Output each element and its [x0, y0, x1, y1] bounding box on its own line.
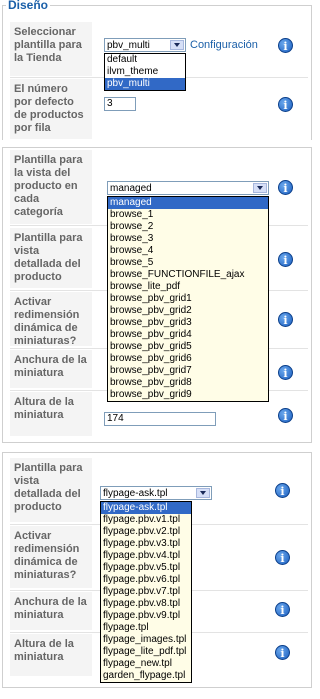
dropdown-option[interactable]: browse_pbv_grid4: [108, 329, 268, 341]
dropdown-option[interactable]: browse_pbv_grid6: [108, 353, 268, 365]
info-icon[interactable]: i: [278, 97, 293, 112]
category-flypage-label: Plantilla para vista detallada del produ…: [10, 228, 92, 288]
browse-template-select[interactable]: managed: [107, 181, 269, 195]
detail-flypage-label: Plantilla para vista detallada del produ…: [10, 458, 92, 522]
dropdown-option[interactable]: flypage.pbv.v7.tpl: [101, 586, 191, 598]
info-icon[interactable]: i: [275, 483, 290, 498]
store-template-dropdown[interactable]: default ilvm_theme pbv_multi: [104, 53, 186, 91]
info-icon[interactable]: i: [275, 602, 290, 617]
category-width-label: Anchura de la miniatura: [10, 350, 92, 388]
dropdown-option[interactable]: browse_1: [108, 209, 268, 221]
info-icon[interactable]: i: [275, 550, 290, 565]
store-template-select[interactable]: pbv_multi: [104, 38, 186, 52]
dropdown-option[interactable]: pbv_multi: [105, 78, 185, 90]
dropdown-option[interactable]: flypage.pbv.v9.tpl: [101, 610, 191, 622]
dropdown-option[interactable]: browse_2: [108, 221, 268, 233]
dropdown-option[interactable]: browse_pbv_grid9: [108, 389, 268, 401]
info-icon[interactable]: i: [278, 38, 293, 53]
dropdown-option[interactable]: flypage.pbv.v1.tpl: [101, 514, 191, 526]
dropdown-option[interactable]: managed: [108, 197, 268, 209]
dropdown-option[interactable]: flypage.pbv.v5.tpl: [101, 562, 191, 574]
browse-template-label: Plantilla para la vista del producto en …: [10, 150, 92, 224]
dropdown-option[interactable]: garden_flypage.tpl: [101, 670, 191, 682]
dropdown-option[interactable]: browse_5: [108, 257, 268, 269]
dropdown-option[interactable]: browse_pbv_grid5: [108, 341, 268, 353]
info-icon[interactable]: i: [278, 312, 293, 327]
dropdown-option[interactable]: browse_pbv_grid1: [108, 293, 268, 305]
info-icon[interactable]: i: [278, 252, 293, 267]
dropdown-option[interactable]: default: [105, 54, 185, 66]
dropdown-option[interactable]: ilvm_theme: [105, 66, 185, 78]
dropdown-option[interactable]: browse_pbv_grid3: [108, 317, 268, 329]
dropdown-option[interactable]: flypage_lite_pdf.tpl: [101, 646, 191, 658]
browse-template-dropdown[interactable]: managed browse_1 browse_2 browse_3 brows…: [107, 196, 269, 402]
detail-flypage-value: flypage-ask.tpl: [103, 488, 168, 499]
dropdown-option[interactable]: browse_lite_pdf: [108, 281, 268, 293]
dropdown-option[interactable]: browse_4: [108, 245, 268, 257]
detail-flypage-select[interactable]: flypage-ask.tpl: [100, 486, 212, 500]
detail-flypage-dropdown[interactable]: flypage-ask.tpl flypage.pbv.v1.tpl flypa…: [100, 501, 192, 683]
dropdown-option[interactable]: flypage.pbv.v6.tpl: [101, 574, 191, 586]
dropdown-option[interactable]: browse_pbv_grid2: [108, 305, 268, 317]
products-per-row-input[interactable]: 3: [104, 97, 136, 111]
info-icon[interactable]: i: [278, 365, 293, 380]
dropdown-option[interactable]: flypage.tpl: [101, 622, 191, 634]
chevron-down-icon[interactable]: [253, 183, 267, 193]
fieldset-legend: Diseño: [6, 0, 51, 12]
info-icon[interactable]: i: [275, 645, 290, 660]
dropdown-option[interactable]: browse_pbv_grid8: [108, 377, 268, 389]
chevron-down-icon[interactable]: [170, 40, 184, 50]
dropdown-option[interactable]: flypage.pbv.v4.tpl: [101, 550, 191, 562]
dropdown-option[interactable]: browse_pbv_grid7: [108, 365, 268, 377]
store-template-value: pbv_multi: [107, 40, 150, 51]
dropdown-option[interactable]: flypage_new.tpl: [101, 658, 191, 670]
store-template-label: Seleccionar plantilla para la Tienda: [10, 22, 92, 76]
detail-width-label: Anchura de la miniatura: [10, 592, 92, 630]
dropdown-option[interactable]: flypage.pbv.v2.tpl: [101, 526, 191, 538]
dropdown-option[interactable]: flypage_images.tpl: [101, 634, 191, 646]
category-height-input[interactable]: 174: [104, 412, 216, 426]
dropdown-option[interactable]: browse_FUNCTIONFILE_ajax: [108, 269, 268, 281]
products-per-row-label: El número por defecto de productos por f…: [10, 79, 92, 139]
detail-height-label: Altura de la miniatura: [10, 634, 92, 676]
info-icon[interactable]: i: [278, 408, 293, 423]
dropdown-option[interactable]: flypage.pbv.v3.tpl: [101, 538, 191, 550]
dropdown-option[interactable]: flypage-ask.tpl: [101, 502, 191, 514]
configuration-link[interactable]: Configuración: [190, 39, 258, 51]
dropdown-option[interactable]: browse_3: [108, 233, 268, 245]
info-icon[interactable]: i: [278, 180, 293, 195]
dropdown-option[interactable]: flypage.pbv.v8.tpl: [101, 598, 191, 610]
category-height-label: Altura de la miniatura: [10, 392, 92, 436]
category-resize-label: Activar redimensión dinámica de miniatur…: [10, 292, 92, 347]
chevron-down-icon[interactable]: [196, 488, 210, 498]
detail-resize-label: Activar redimensión dinámica de miniatur…: [10, 526, 92, 588]
browse-template-value: managed: [110, 183, 152, 194]
